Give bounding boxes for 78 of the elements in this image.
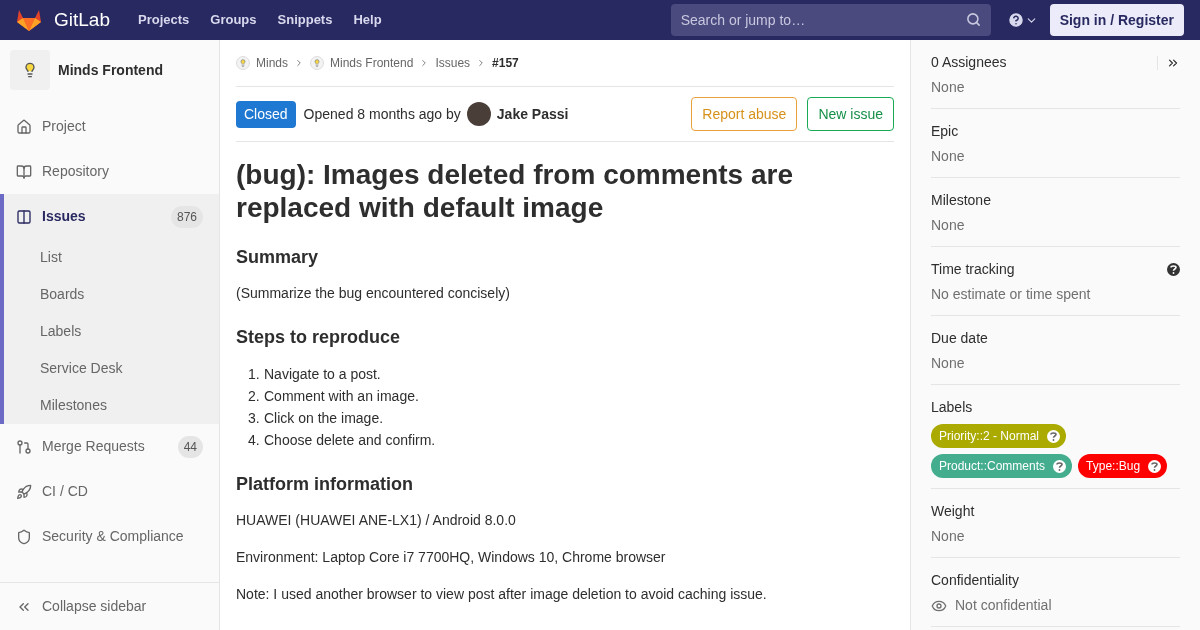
block-value: None bbox=[931, 527, 965, 546]
sidebar-item[interactable]: Issues 876 bbox=[4, 194, 219, 239]
block-value: Not confidential bbox=[955, 596, 1052, 615]
project-name[interactable]: Minds Frontend bbox=[58, 59, 163, 81]
collapse-sidebar-button[interactable]: Collapse sidebar bbox=[0, 582, 219, 630]
home-icon bbox=[16, 118, 32, 135]
brand-name[interactable]: GitLab bbox=[54, 5, 110, 35]
label-tag[interactable]: Type::Bug bbox=[1078, 454, 1168, 478]
merge-icon bbox=[16, 438, 32, 455]
paragraph: (Summarize the bug encountered concisely) bbox=[236, 284, 511, 303]
block-title: Due date bbox=[931, 329, 989, 348]
sidebar-item[interactable]: Security & Compliance bbox=[4, 514, 219, 559]
block-title: Time tracking bbox=[931, 260, 1016, 279]
security-icon bbox=[16, 528, 32, 545]
list-marker: 3. bbox=[248, 409, 261, 428]
nav-link[interactable]: Snippets bbox=[277, 10, 333, 30]
status-badge: Closed bbox=[236, 100, 296, 128]
block-title: Epic bbox=[931, 122, 960, 141]
help-icon[interactable] bbox=[1006, 11, 1025, 29]
sidebar-item[interactable]: Project bbox=[4, 104, 219, 149]
new-issue-button[interactable]: New issue bbox=[807, 97, 894, 131]
block-value: None bbox=[931, 354, 965, 373]
section-heading: Steps to reproduce bbox=[236, 326, 402, 349]
sidebar-subitem[interactable]: Boards bbox=[4, 276, 219, 313]
breadcrumb-link[interactable]: Minds Frontend bbox=[330, 54, 414, 72]
breadcrumb-separator-icon bbox=[294, 58, 304, 68]
list-item: Click on the image. bbox=[264, 409, 384, 428]
sidebar-subitem[interactable]: Labels bbox=[4, 313, 219, 350]
list-marker: 1. bbox=[248, 365, 261, 384]
issue-title: (bug): Images deleted from comments are replaced with default image bbox=[236, 158, 794, 224]
fox-logo-icon[interactable] bbox=[16, 8, 42, 32]
breadcrumb-link[interactable]: #157 bbox=[492, 54, 519, 72]
project-avatar[interactable] bbox=[10, 50, 50, 90]
paragraph: Note: I used another browser to view post after image deletion to avoid caching issue. bbox=[236, 585, 768, 604]
paragraph: HUAWEI (HUAWEI ANE-LX1) / Android 8.0.0 bbox=[236, 511, 517, 530]
search-field[interactable]: Search or jump to… bbox=[670, 4, 991, 36]
sidebar-subitem[interactable]: Milestones bbox=[4, 387, 219, 424]
breadcrumb-link[interactable]: Issues bbox=[435, 54, 471, 72]
count-badge: 44 bbox=[177, 435, 203, 458]
sidebar-item[interactable]: CI / CD bbox=[4, 469, 219, 514]
section-heading: Platform information bbox=[236, 473, 414, 496]
list-item: Navigate to a post. bbox=[264, 365, 381, 384]
block-title: Labels bbox=[931, 398, 974, 417]
help-icon[interactable] bbox=[1053, 459, 1067, 473]
sidebar-subitem[interactable]: Service Desk bbox=[4, 350, 219, 387]
opened-text: Opened 8 months ago by bbox=[303, 104, 461, 124]
block-title: Weight bbox=[931, 502, 976, 521]
sidebar-subitem[interactable]: List bbox=[4, 239, 219, 276]
section-heading: Summary bbox=[236, 246, 320, 269]
nav-link[interactable]: Projects bbox=[138, 10, 190, 30]
help-icon[interactable] bbox=[1148, 459, 1162, 473]
list-item: Comment with an image. bbox=[264, 387, 419, 406]
block-value: No estimate or time spent bbox=[931, 285, 1091, 304]
cicd-icon bbox=[16, 483, 32, 500]
author-link[interactable]: Jake Passi bbox=[496, 103, 569, 125]
block-title: 0 Assignees bbox=[931, 53, 1008, 72]
count-badge: 876 bbox=[170, 205, 203, 228]
repo-icon bbox=[16, 163, 32, 180]
block-value: None bbox=[931, 216, 965, 235]
sidebar-item[interactable]: Repository bbox=[4, 149, 219, 194]
list-marker: 4. bbox=[248, 431, 261, 450]
block-title: Milestone bbox=[931, 191, 992, 210]
paragraph: Environment: Laptop Core i7 7700HQ, Windows 10, Chrome browser bbox=[236, 548, 667, 567]
search-icon[interactable] bbox=[965, 12, 981, 27]
author-avatar[interactable] bbox=[466, 102, 491, 126]
block-title: Confidentiality bbox=[931, 571, 1020, 590]
block-value: None bbox=[931, 78, 965, 97]
nav-link[interactable]: Help bbox=[353, 10, 382, 30]
breadcrumb-link[interactable]: Minds bbox=[256, 54, 288, 72]
block-value: None bbox=[931, 147, 965, 166]
list-item: Choose delete and confirm. bbox=[264, 431, 436, 450]
sign-in-button[interactable]: Sign in / Register bbox=[1049, 4, 1184, 36]
help-icon[interactable] bbox=[1167, 263, 1180, 276]
list-marker: 2. bbox=[248, 387, 261, 406]
sidebar-item[interactable]: Merge Requests 44 bbox=[4, 424, 219, 469]
help-icon[interactable] bbox=[1047, 429, 1060, 443]
nav-link[interactable]: Groups bbox=[210, 10, 257, 30]
issues-icon bbox=[16, 208, 32, 225]
